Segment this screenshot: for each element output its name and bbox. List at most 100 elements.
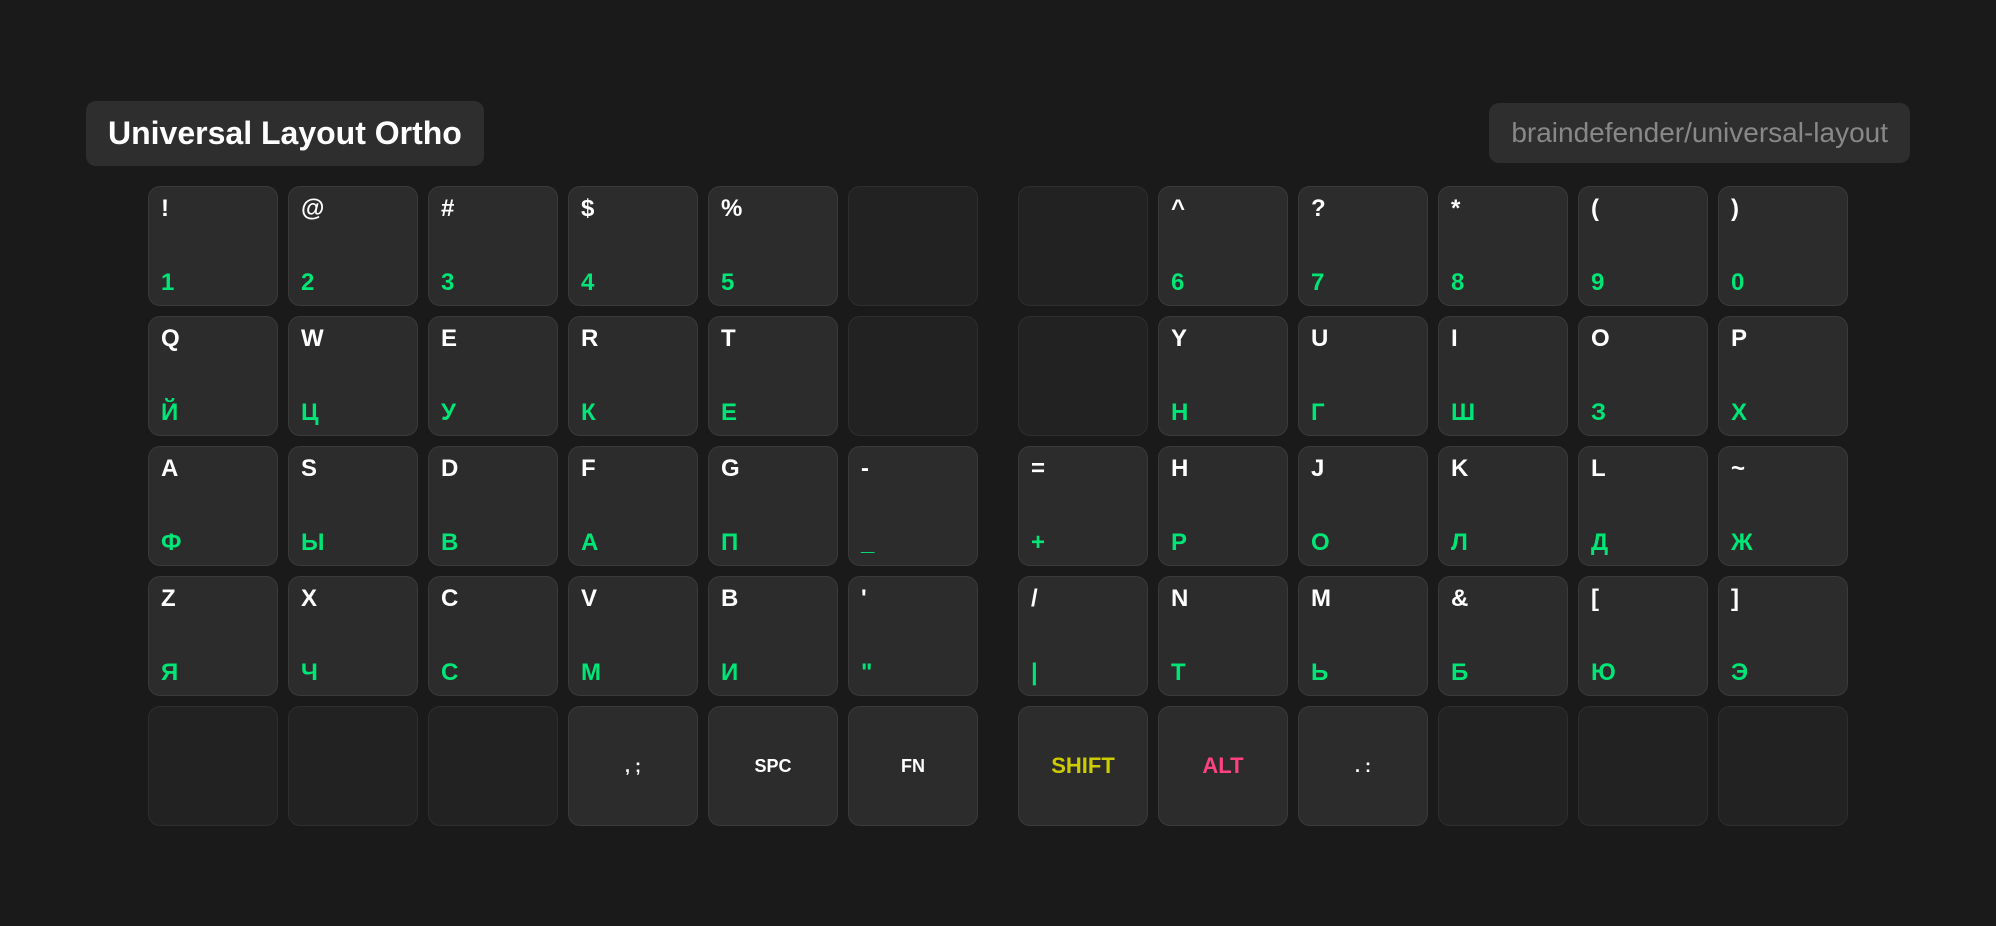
key-4-3[interactable] [1438,706,1568,826]
key-bottom-2-3: Л [1451,531,1468,555]
key-bottom-1-2: Г [1311,401,1325,425]
key-1-1[interactable]: WЦ [288,316,418,436]
alt-label: ALT [1171,717,1275,815]
key-1-1[interactable]: YН [1158,316,1288,436]
key-1-5[interactable]: PХ [1718,316,1848,436]
repo-link[interactable]: braindefender/universal-layout [1511,117,1888,148]
key-2-0[interactable]: =+ [1018,446,1148,566]
key-0-2[interactable]: ?7 [1298,186,1428,306]
key-top-2-3: K [1451,457,1555,481]
key-3-5[interactable]: '" [848,576,978,696]
key-2-3[interactable]: FА [568,446,698,566]
key-2-0[interactable]: AФ [148,446,278,566]
key-3-2[interactable]: MЬ [1298,576,1428,696]
key-4-5[interactable] [1718,706,1848,826]
key-top-1-4: O [1591,327,1695,351]
key-1-2[interactable]: EУ [428,316,558,436]
key-4-5[interactable]: FN [848,706,978,826]
key-bottom-3-2: С [441,661,458,685]
key-4-0[interactable] [148,706,278,826]
key-bottom-3-1: Т [1171,661,1186,685]
key-0-5[interactable] [848,186,978,306]
key-top-3-2: M [1311,587,1415,611]
key-1-0[interactable] [1018,316,1148,436]
key-top-1-3: R [581,327,685,351]
key-0-3[interactable]: *8 [1438,186,1568,306]
key-bottom-1-4: Е [721,401,737,425]
key-2-3[interactable]: KЛ [1438,446,1568,566]
key-top-0-2: ? [1311,197,1415,221]
key-0-3[interactable]: $4 [568,186,698,306]
key-4-2[interactable]: . : [1298,706,1428,826]
key-top-0-5: ) [1731,197,1835,221]
key-top-1-0: Q [161,327,265,351]
key-top-2-4: L [1591,457,1695,481]
key-4-4[interactable] [1578,706,1708,826]
key-top-3-3: & [1451,587,1555,611]
key-4-1[interactable] [288,706,418,826]
key-1-5[interactable] [848,316,978,436]
key-4-2[interactable] [428,706,558,826]
key-4-0[interactable]: SHIFT [1018,706,1148,826]
key-top-0-0: ! [161,197,265,221]
key-top-2-1: S [301,457,405,481]
key-top-3-4: [ [1591,587,1695,611]
key-0-1[interactable]: @2 [288,186,418,306]
key-4-4[interactable]: SPC [708,706,838,826]
key-4-3[interactable]: , ; [568,706,698,826]
key-0-4[interactable]: %5 [708,186,838,306]
key-3-3[interactable]: VМ [568,576,698,696]
key-bottom-2-4: П [721,531,738,555]
key-3-0[interactable]: /| [1018,576,1148,696]
key-3-1[interactable]: NТ [1158,576,1288,696]
key-2-2[interactable]: JО [1298,446,1428,566]
key-bottom-2-0: + [1031,531,1045,555]
key-0-0[interactable]: !1 [148,186,278,306]
key-3-1[interactable]: XЧ [288,576,418,696]
key-0-1[interactable]: ^6 [1158,186,1288,306]
key-top-2-0: = [1031,457,1135,481]
key-bottom-2-5: _ [861,531,874,555]
header: Universal Layout Ortho braindefender/uni… [86,101,1910,166]
key-1-2[interactable]: UГ [1298,316,1428,436]
key-bottom-0-3: 4 [581,271,594,295]
key-top-3-1: N [1171,587,1275,611]
key-2-2[interactable]: DВ [428,446,558,566]
key-2-5[interactable]: -_ [848,446,978,566]
key-1-3[interactable]: IШ [1438,316,1568,436]
key-0-2[interactable]: #3 [428,186,558,306]
key-1-0[interactable]: QЙ [148,316,278,436]
key-2-1[interactable]: SЫ [288,446,418,566]
key-row-2: =+HРJОKЛLД~Ж [1018,446,1848,566]
shift-label: SHIFT [1031,717,1135,815]
key-2-4[interactable]: LД [1578,446,1708,566]
key-1-4[interactable]: OЗ [1578,316,1708,436]
key-2-1[interactable]: HР [1158,446,1288,566]
key-1-4[interactable]: TЕ [708,316,838,436]
title: Universal Layout Ortho [108,115,462,151]
key-3-3[interactable]: &Б [1438,576,1568,696]
key-0-0[interactable] [1018,186,1148,306]
key-bottom-2-1: Р [1171,531,1187,555]
key-2-5[interactable]: ~Ж [1718,446,1848,566]
key-top-0-1: ^ [1171,197,1275,221]
key-4-1[interactable]: ALT [1158,706,1288,826]
key-top-4-5: FN [901,757,925,775]
key-3-4[interactable]: [Ю [1578,576,1708,696]
key-row-2: AФSЫDВFАGП-_ [148,446,978,566]
key-3-5[interactable]: ]Э [1718,576,1848,696]
key-bottom-0-2: 7 [1311,271,1324,295]
key-top-1-2: U [1311,327,1415,351]
key-3-2[interactable]: CС [428,576,558,696]
key-0-4[interactable]: (9 [1578,186,1708,306]
key-1-3[interactable]: RК [568,316,698,436]
key-row-4: , ;SPC FN [148,706,978,826]
key-top-1-3: I [1451,327,1555,351]
key-2-4[interactable]: GП [708,446,838,566]
key-0-5[interactable]: )0 [1718,186,1848,306]
key-top-0-4: ( [1591,197,1695,221]
key-3-4[interactable]: BИ [708,576,838,696]
key-top-2-3: F [581,457,685,481]
key-bottom-1-3: К [581,401,596,425]
key-3-0[interactable]: ZЯ [148,576,278,696]
